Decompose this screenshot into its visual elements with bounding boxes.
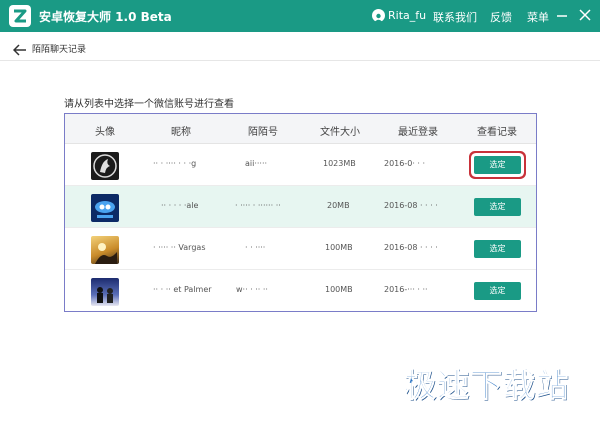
nickname: ‧ ‧‧‧‧ ‧‧ Vargas bbox=[153, 243, 206, 252]
close-icon[interactable] bbox=[576, 6, 594, 24]
nickname: ‧‧ ‧ ‧ ‧ ‧ale bbox=[161, 201, 199, 210]
app-logo-icon bbox=[9, 5, 31, 27]
column-last-login: 最近登录 bbox=[398, 127, 438, 138]
instruction-text: 请从列表中选择一个微信账号进行查看 bbox=[64, 99, 234, 110]
select-button[interactable]: 选定 bbox=[474, 282, 521, 300]
avatar bbox=[91, 236, 119, 264]
select-button[interactable]: 选定 bbox=[474, 240, 521, 258]
select-button[interactable]: 选定 bbox=[474, 198, 521, 216]
table-row[interactable]: ‧‧ ‧ ‧‧ et Palmer w‧‧ ‧ ‧‧ ‧‧ 100MB 2016… bbox=[65, 270, 536, 312]
column-momo-id: 陌陌号 bbox=[248, 127, 278, 138]
table-row[interactable]: ‧‧ ‧ ‧ ‧ ‧ale ‧ ‧‧‧‧ ‧ ‧‧‧‧‧‧ ‧‧ 20MB 20… bbox=[65, 186, 536, 228]
momo-id: ‧ ‧ ‧‧‧‧ bbox=[245, 243, 266, 252]
nickname: ‧‧ ‧ ‧‧ et Palmer bbox=[153, 285, 212, 294]
file-size: 1023MB bbox=[323, 159, 356, 168]
file-size: 100MB bbox=[325, 243, 353, 252]
last-login: 2016-0‧ ‧ ‧ bbox=[384, 159, 426, 168]
app-title: 安卓恢复大师 1.0 Beta bbox=[39, 10, 172, 24]
breadcrumb[interactable]: 陌陌聊天记录 bbox=[32, 42, 86, 55]
file-size: 100MB bbox=[325, 285, 353, 294]
account-table: 头像 昵称 陌陌号 文件大小 最近登录 查看记录 ‧‧ ‧ ‧‧‧‧ ‧ ‧ ‧… bbox=[64, 113, 537, 312]
back-arrow-icon[interactable] bbox=[12, 41, 27, 56]
feedback-link[interactable]: 反馈 bbox=[490, 9, 512, 25]
avatar bbox=[91, 278, 119, 306]
column-view-records: 查看记录 bbox=[477, 127, 517, 138]
avatar bbox=[91, 194, 119, 222]
contact-us-link[interactable]: 联系我们 bbox=[433, 9, 477, 25]
minimize-icon[interactable] bbox=[553, 6, 571, 24]
user-name[interactable]: Rita_fu bbox=[388, 9, 426, 22]
table-row[interactable]: ‧‧ ‧ ‧‧‧‧ ‧ ‧ ‧g aii‧‧‧‧‧ 1023MB 2016-0‧… bbox=[65, 144, 536, 186]
nickname: ‧‧ ‧ ‧‧‧‧ ‧ ‧ ‧g bbox=[153, 159, 197, 168]
column-avatar: 头像 bbox=[95, 127, 115, 138]
momo-id: w‧‧ ‧ ‧‧ ‧‧ bbox=[236, 285, 268, 294]
last-login: 2016-08 ‧ ‧ ‧ ‧ bbox=[384, 201, 438, 210]
title-bar: 安卓恢复大师 1.0 Beta Rita_fu 联系我们 反馈 菜单 bbox=[0, 0, 600, 32]
table-row[interactable]: ‧ ‧‧‧‧ ‧‧ Vargas ‧ ‧ ‧‧‧‧ 100MB 2016-08 … bbox=[65, 228, 536, 270]
last-login: 2016-‧‧‧ ‧ ‧‧ bbox=[384, 285, 428, 294]
column-file-size: 文件大小 bbox=[320, 127, 360, 138]
avatar bbox=[91, 152, 119, 180]
user-avatar-icon[interactable] bbox=[372, 9, 385, 22]
column-nickname: 昵称 bbox=[171, 127, 191, 138]
file-size: 20MB bbox=[327, 201, 350, 210]
select-button[interactable]: 选定 bbox=[474, 156, 521, 174]
table-header: 头像 昵称 陌陌号 文件大小 最近登录 查看记录 bbox=[65, 114, 536, 144]
momo-id: ‧ ‧‧‧‧ ‧ ‧‧‧‧‧‧ ‧‧ bbox=[235, 201, 281, 210]
watermark-text: 极速下载站 bbox=[403, 366, 570, 405]
momo-id: aii‧‧‧‧‧ bbox=[245, 159, 268, 168]
last-login: 2016-08 ‧ ‧ ‧ ‧ bbox=[384, 243, 438, 252]
menu-link[interactable]: 菜单 bbox=[527, 9, 549, 25]
header-divider bbox=[0, 60, 600, 61]
